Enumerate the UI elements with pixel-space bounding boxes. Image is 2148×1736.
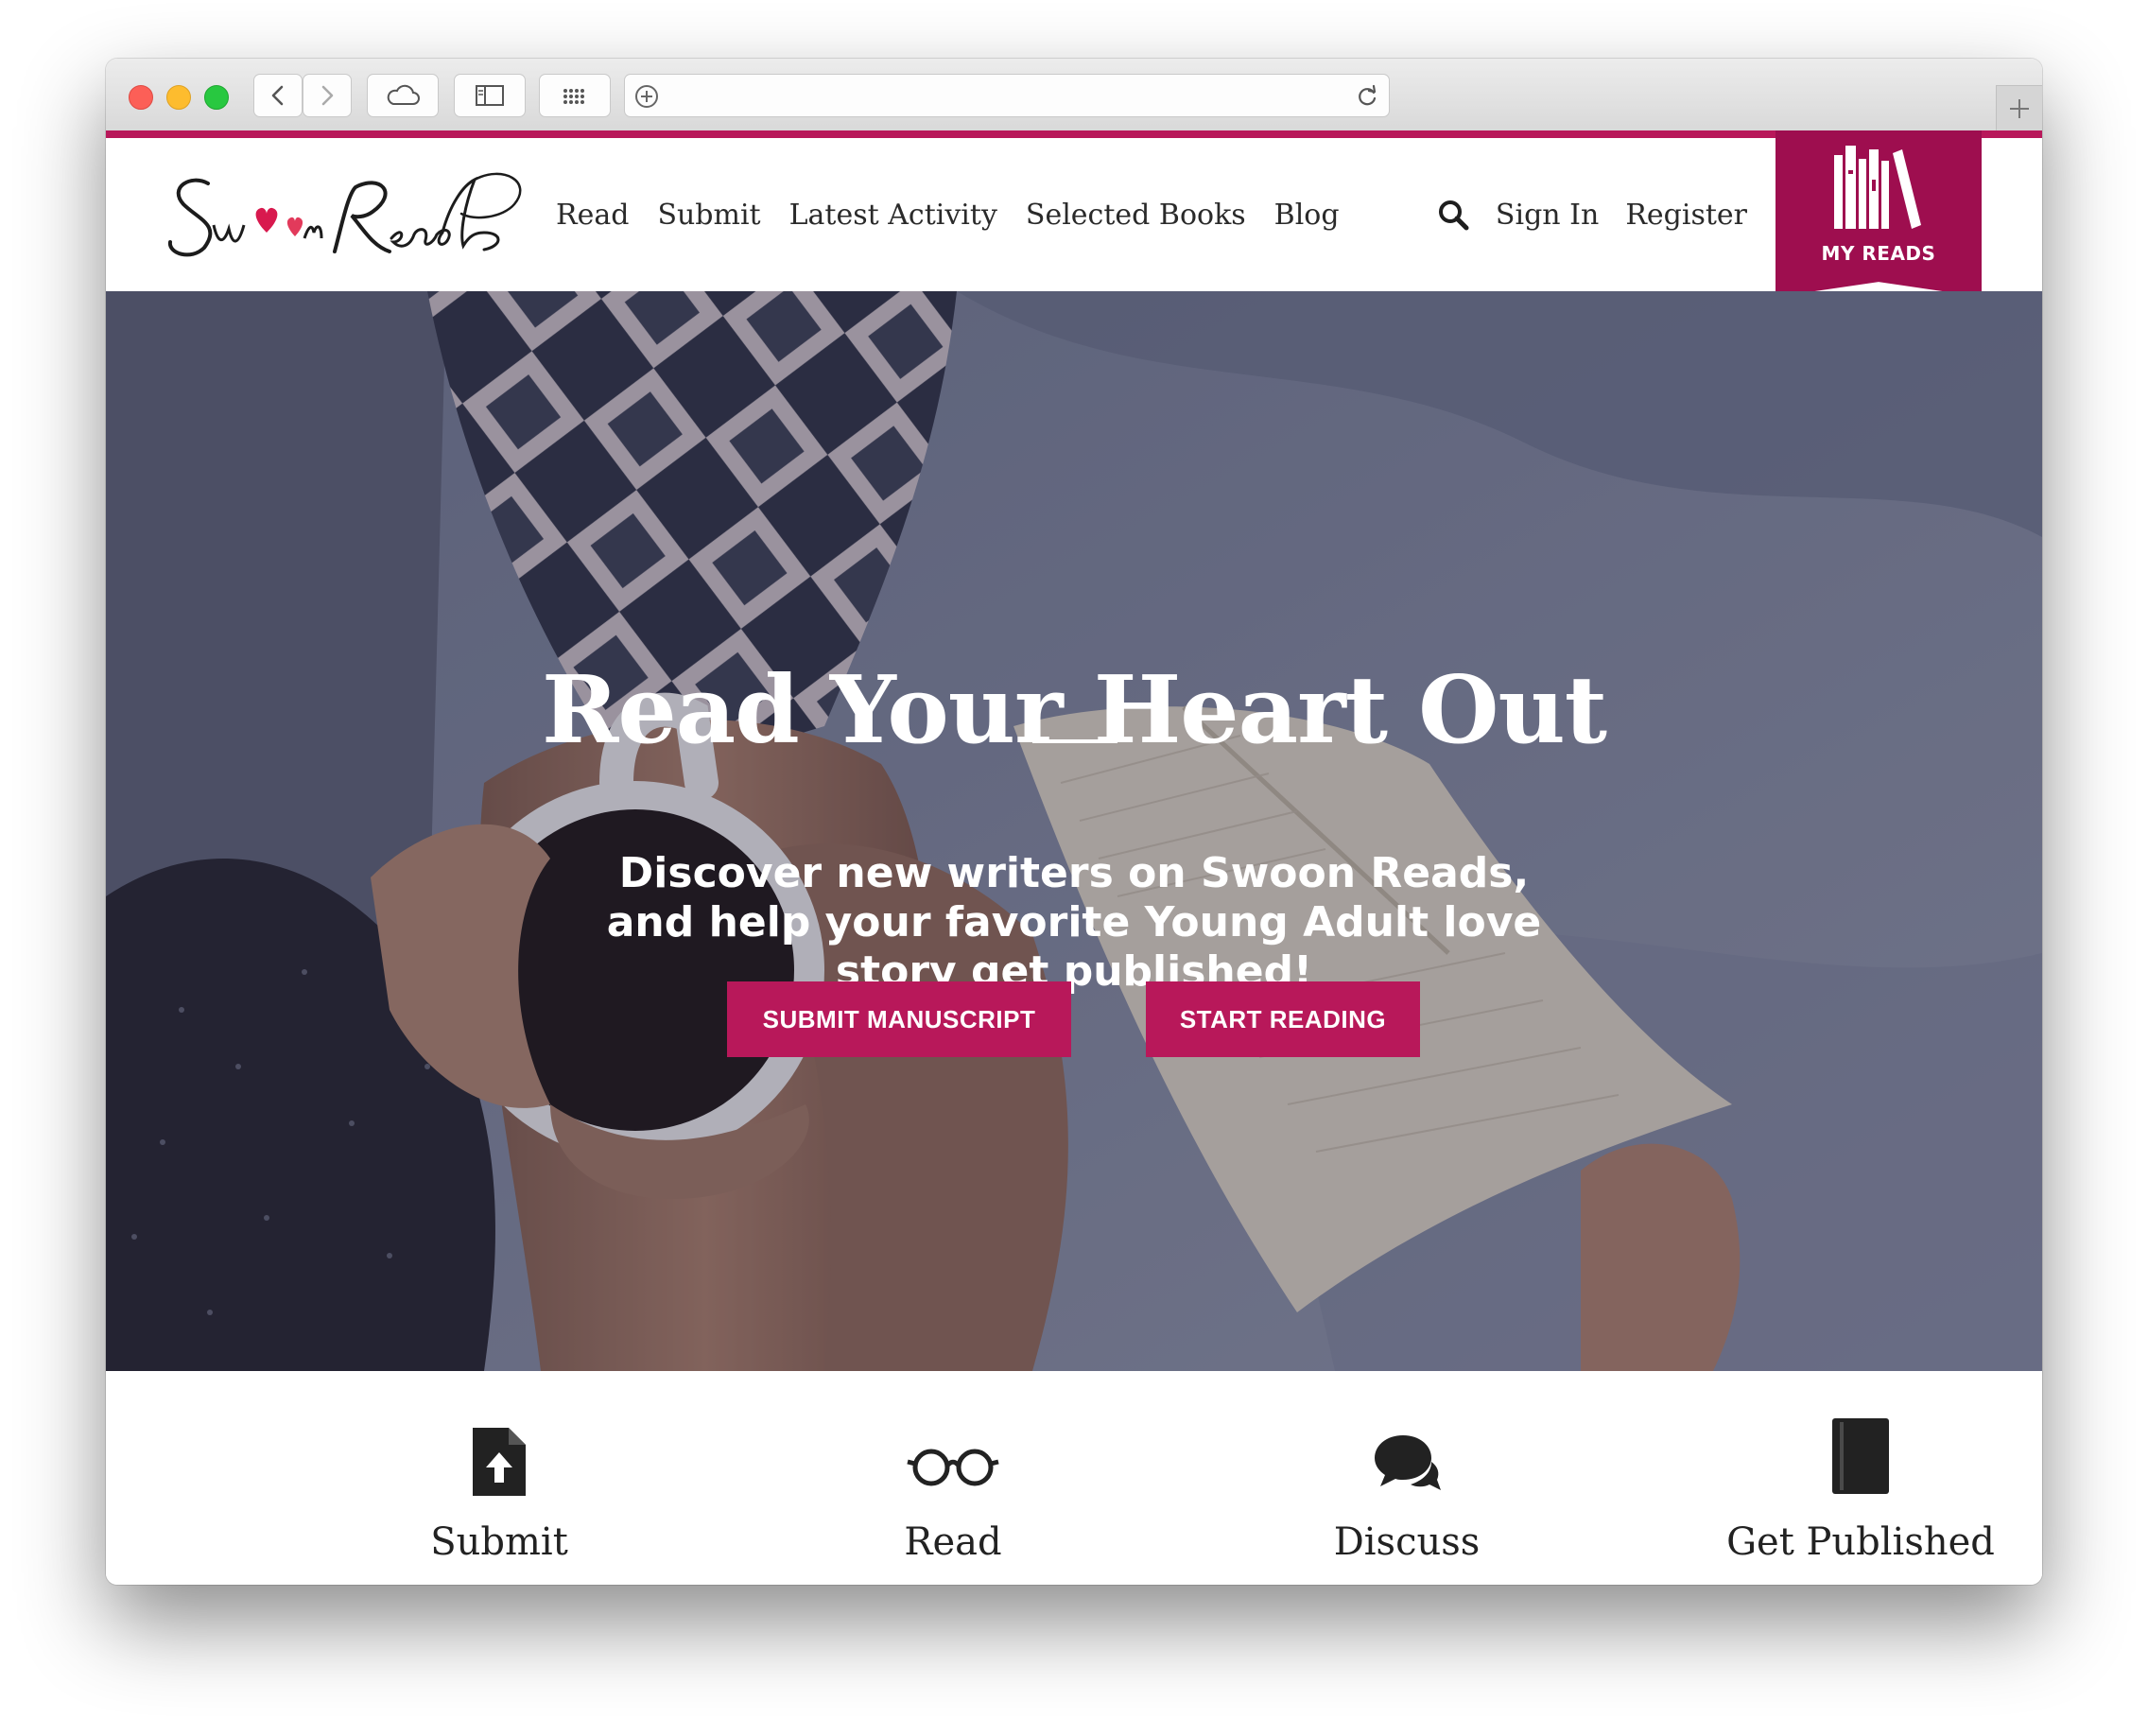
feature-read[interactable]: Read bbox=[754, 1371, 1152, 1585]
nav-item-selected-books[interactable]: Selected Books bbox=[1026, 199, 1246, 232]
chat-bubbles-icon bbox=[1375, 1435, 1441, 1490]
nav-item-blog[interactable]: Blog bbox=[1274, 199, 1340, 232]
zoom-window-button[interactable] bbox=[204, 85, 229, 110]
browser-toolbar bbox=[106, 59, 2042, 131]
plus-icon bbox=[2010, 99, 2029, 118]
bookshelf-icon bbox=[1834, 146, 1921, 229]
sidebar-icon bbox=[476, 85, 504, 106]
sidebar-button[interactable] bbox=[454, 74, 526, 117]
hero-title: Read Your Heart Out bbox=[541, 655, 1607, 765]
chevron-left-icon bbox=[271, 85, 284, 106]
feature-label-discuss: Discuss bbox=[1333, 1520, 1481, 1564]
submit-manuscript-button[interactable]: SUBMIT MANUSCRIPT bbox=[727, 981, 1071, 1057]
hero-banner: Read Your Heart Out Discover new writers… bbox=[106, 291, 2042, 1371]
add-bookmark-icon[interactable] bbox=[634, 84, 659, 109]
search-icon[interactable] bbox=[1437, 199, 1469, 231]
chevron-right-icon bbox=[321, 85, 334, 106]
back-button[interactable] bbox=[253, 74, 303, 117]
reload-icon[interactable] bbox=[1355, 84, 1379, 109]
nav-item-read[interactable]: Read bbox=[556, 199, 629, 232]
feature-label-get-published: Get Published bbox=[1726, 1520, 1995, 1564]
hero-subtitle: Discover new writers on Swoon Reads, and… bbox=[606, 849, 1542, 996]
feature-discuss[interactable]: Discuss bbox=[1208, 1371, 1605, 1585]
new-tab-button[interactable] bbox=[1996, 85, 2042, 131]
feature-label-read: Read bbox=[904, 1520, 1002, 1564]
register-link[interactable]: Register bbox=[1625, 199, 1747, 232]
my-reads-button[interactable]: MY READS bbox=[1776, 130, 1982, 297]
start-reading-button[interactable]: START READING bbox=[1146, 981, 1420, 1057]
address-bar[interactable] bbox=[624, 74, 1390, 117]
hero-overlay bbox=[106, 291, 2042, 1371]
upload-document-icon bbox=[473, 1428, 526, 1496]
hero-divider bbox=[1032, 739, 1117, 743]
feature-get-published[interactable]: Get Published bbox=[1662, 1371, 2042, 1585]
grid-icon bbox=[563, 89, 584, 104]
features-section: Submit Read Discuss Get Published bbox=[106, 1371, 2042, 1585]
account-links: Sign In Register bbox=[1437, 138, 1747, 291]
my-reads-label: MY READS bbox=[1821, 242, 1936, 265]
minimize-window-button[interactable] bbox=[166, 85, 191, 110]
nav-item-submit[interactable]: Submit bbox=[657, 199, 760, 232]
cloud-icon bbox=[387, 84, 420, 105]
nav-item-latest-activity[interactable]: Latest Activity bbox=[789, 199, 997, 232]
forward-button[interactable] bbox=[303, 74, 352, 117]
logo-wordmark bbox=[168, 172, 522, 257]
sign-in-link[interactable]: Sign In bbox=[1496, 199, 1599, 232]
feature-submit[interactable]: Submit bbox=[301, 1371, 698, 1585]
glasses-icon bbox=[907, 1449, 999, 1486]
top-sites-button[interactable] bbox=[539, 74, 611, 117]
icloud-tabs-button[interactable] bbox=[367, 74, 439, 117]
close-window-button[interactable] bbox=[129, 85, 153, 110]
book-icon bbox=[1832, 1418, 1889, 1494]
browser-window: Read Submit Latest Activity Selected Boo… bbox=[106, 59, 2042, 1585]
feature-label-submit: Submit bbox=[430, 1520, 568, 1564]
main-nav: Read Submit Latest Activity Selected Boo… bbox=[556, 138, 1340, 291]
site-header: Read Submit Latest Activity Selected Boo… bbox=[106, 138, 2042, 291]
header-accent-bar bbox=[106, 130, 2042, 138]
swoon-reads-logo[interactable] bbox=[163, 166, 541, 270]
